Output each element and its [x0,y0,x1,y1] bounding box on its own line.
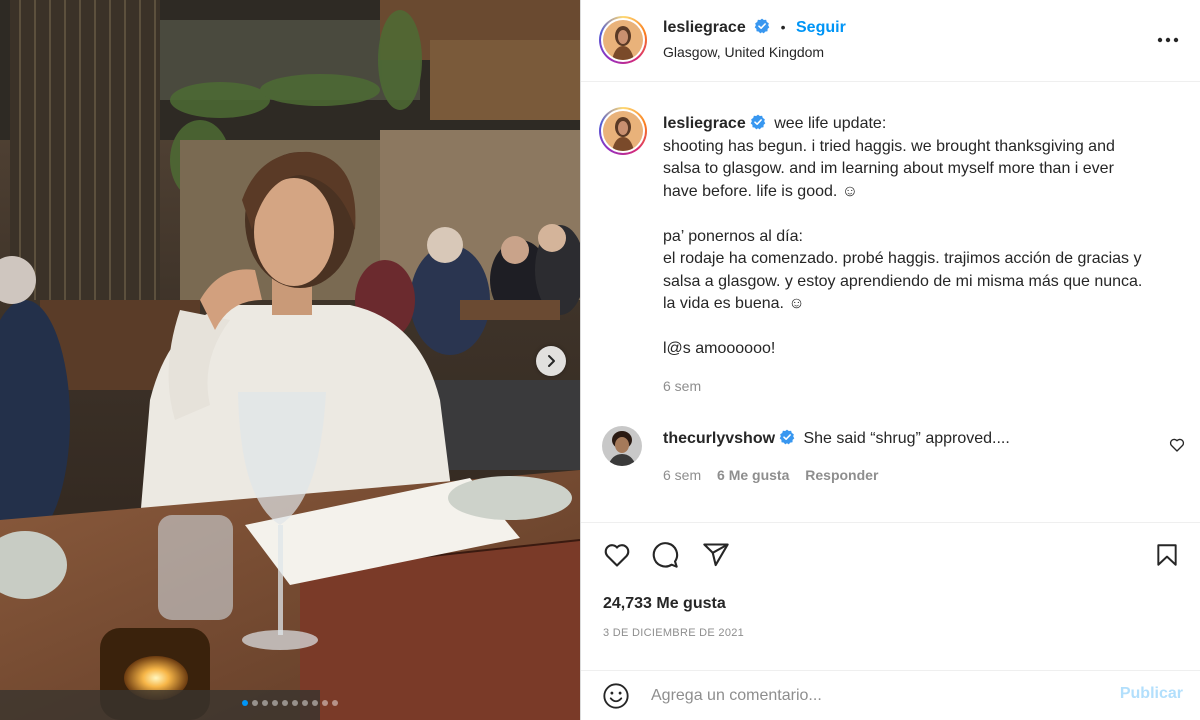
verified-badge-icon [779,429,795,445]
bookmark-icon [1157,544,1177,566]
carousel-dot [292,700,298,706]
caption-line: wee life update: [774,115,887,132]
carousel-dot [242,700,248,706]
caption-line: pa’ ponernos al día: [663,227,803,245]
carousel-dot [262,700,268,706]
comments-scroll-area[interactable]: lesliegrace wee life update: shooting ha… [581,83,1200,521]
post-side-panel: lesliegrace • Seguir Glasgow, United Kin… [580,0,1200,720]
more-horizontal-icon [1157,37,1179,43]
commenter-avatar-image [602,426,642,466]
carousel-dot [332,700,338,706]
comment-timestamp[interactable]: 6 sem [663,467,701,483]
instagram-post: lesliegrace • Seguir Glasgow, United Kin… [0,0,1200,720]
comment-like-button[interactable] [1169,437,1185,458]
caption-line: shooting has begun. i tried haggis. we b… [663,137,1115,155]
comment-text: She said “shrug” approved.... [803,430,1010,447]
comment-input[interactable] [651,683,1091,709]
verified-badge-icon [750,114,766,130]
publish-button[interactable]: Publicar [1120,685,1183,703]
comment-likes[interactable]: 6 Me gusta [717,467,789,483]
comment-form: Publicar [581,670,1200,720]
caption-line: salsa to glasgow. and im learning about … [663,160,1114,177]
caption-timestamp[interactable]: 6 sem [663,375,1173,398]
commenter-username[interactable]: thecurlyvshow [663,430,775,447]
comment-bubble-icon [652,542,679,568]
heart-icon [1169,438,1185,452]
post-header: lesliegrace • Seguir Glasgow, United Kin… [581,0,1200,82]
carousel-dot [312,700,318,706]
emoji-smile-icon [603,683,629,709]
post-caption: lesliegrace wee life update: shooting ha… [663,113,1173,397]
caption-avatar-image [603,111,643,151]
caption-username[interactable]: lesliegrace [663,115,746,132]
caption-line: l@s amoooooo! [663,340,776,357]
more-options-button[interactable] [1157,30,1179,48]
carousel-dot [322,700,328,706]
post-actions: 24,733 Me gusta 3 DE DICIEMBRE DE 2021 [581,522,1200,670]
comment-item: thecurlyvshow She said “shrug” approved.… [581,423,1200,493]
emoji-button[interactable] [602,682,630,715]
follow-button[interactable]: Seguir [796,19,846,36]
post-photo [0,0,580,720]
carousel-dot [252,700,258,706]
post-date[interactable]: 3 DE DICIEMBRE DE 2021 [603,627,744,639]
save-button[interactable] [1154,541,1180,574]
author-username[interactable]: lesliegrace [663,19,746,36]
caption-line: salsa a glasgow. y estoy aprendiendo de … [663,272,1143,290]
caption-line: la vida es buena. ☺ [663,295,805,312]
paper-plane-icon [703,543,729,567]
header-separator: • [780,19,786,35]
carousel-dot [272,700,278,706]
caption-author-avatar[interactable] [599,107,647,155]
heart-icon [604,544,630,567]
post-media[interactable] [0,0,580,720]
carousel-next-button[interactable] [536,346,566,376]
carousel-indicator [0,700,580,706]
post-location[interactable]: Glasgow, United Kingdom [663,44,824,60]
author-avatar[interactable] [599,16,647,64]
like-button[interactable] [603,541,631,574]
author-avatar-image [603,20,643,60]
share-button[interactable] [702,541,730,574]
verified-badge-icon [754,18,770,34]
caption-line: el rodaje ha comenzado. probé haggis. tr… [663,250,1142,267]
likes-count[interactable]: 24,733 Me gusta [603,595,726,613]
carousel-dot [282,700,288,706]
caption-line: have before. life is good. ☺ [663,182,859,200]
comment-reply-button[interactable]: Responder [805,467,878,483]
chevron-right-icon [548,355,555,367]
commenter-avatar[interactable] [602,426,642,466]
carousel-dot [302,700,308,706]
comment-button[interactable] [651,541,679,574]
